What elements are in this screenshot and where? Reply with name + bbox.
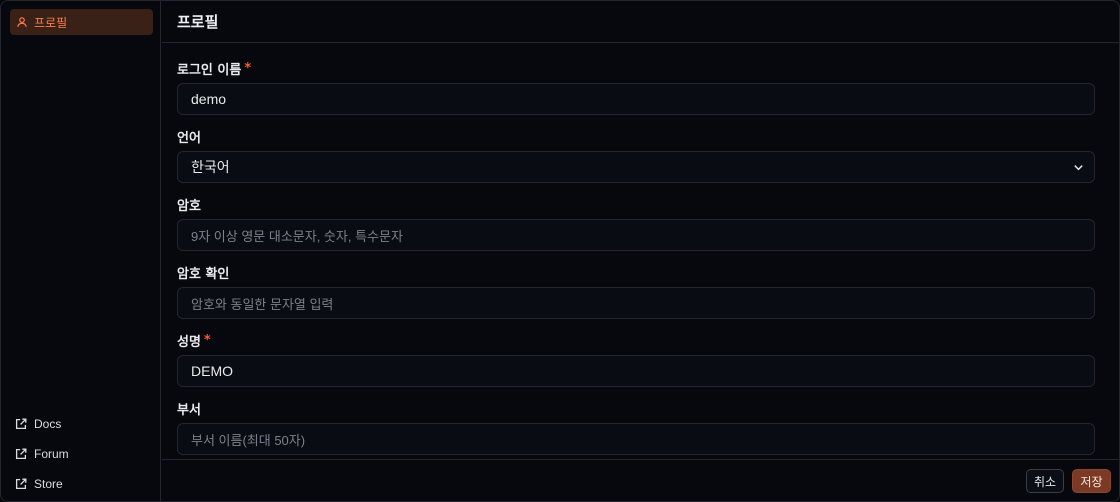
password-confirm-label-text: 암호 확인 [177, 266, 230, 282]
password-confirm-label: 암호 확인 [177, 261, 1095, 283]
save-button[interactable]: 저장 [1072, 469, 1111, 493]
form-footer: 취소 저장 [162, 459, 1119, 501]
password-field[interactable]: 9자 이상 영문 대소문자, 숫자, 특수문자 [177, 219, 1095, 251]
page-title: 프로필 [162, 1, 1119, 43]
login-name-field[interactable]: demo [177, 83, 1095, 115]
language-label-text: 언어 [177, 130, 201, 146]
profile-form: 로그인 이름 * demo 언어 한국어 암호 9자 이상 영문 대소문자, 숫… [177, 57, 1095, 491]
main-panel: 프로필 로그인 이름 * demo 언어 한국어 암호 9자 이상 영문 대소문… [162, 1, 1119, 501]
full-name-label: 성명 * [177, 329, 1095, 351]
sidebar-links: Docs Forum Store [14, 409, 69, 499]
sidebar-item-label: 프로필 [34, 15, 68, 30]
chevron-down-icon [1074, 165, 1083, 171]
language-select-value: 한국어 [191, 159, 230, 175]
full-name-field[interactable]: DEMO [177, 355, 1095, 387]
language-select[interactable]: 한국어 [177, 151, 1095, 183]
login-name-label-text: 로그인 이름 [177, 62, 242, 78]
sidebar-link-label: Docs [34, 417, 62, 431]
department-field[interactable]: 부서 이름(최대 50자) [177, 423, 1095, 455]
sidebar-link-label: Store [34, 477, 63, 491]
sidebar-link-forum[interactable]: Forum [14, 439, 69, 469]
app-window: 프로필 Docs Forum Store 프로필 로그인 이름 * demo 언… [0, 0, 1120, 502]
login-name-label: 로그인 이름 * [177, 57, 1095, 79]
user-icon [17, 17, 27, 27]
external-link-icon [15, 418, 27, 430]
department-label-text: 부서 [177, 402, 201, 418]
language-label: 언어 [177, 125, 1095, 147]
full-name-label-text: 성명 [177, 334, 201, 350]
password-label-text: 암호 [177, 198, 201, 214]
cancel-button[interactable]: 취소 [1026, 469, 1064, 493]
sidebar: 프로필 Docs Forum Store [1, 1, 161, 501]
password-label: 암호 [177, 193, 1095, 215]
required-mark: * [203, 332, 211, 348]
sidebar-link-docs[interactable]: Docs [14, 409, 69, 439]
sidebar-link-store[interactable]: Store [14, 469, 69, 499]
sidebar-item-profile[interactable]: 프로필 [10, 9, 153, 35]
password-confirm-field[interactable]: 암호와 동일한 문자열 입력 [177, 287, 1095, 319]
department-label: 부서 [177, 397, 1095, 419]
sidebar-link-label: Forum [34, 447, 69, 461]
external-link-icon [15, 448, 27, 460]
required-mark: * [244, 60, 252, 76]
external-link-icon [15, 478, 27, 490]
